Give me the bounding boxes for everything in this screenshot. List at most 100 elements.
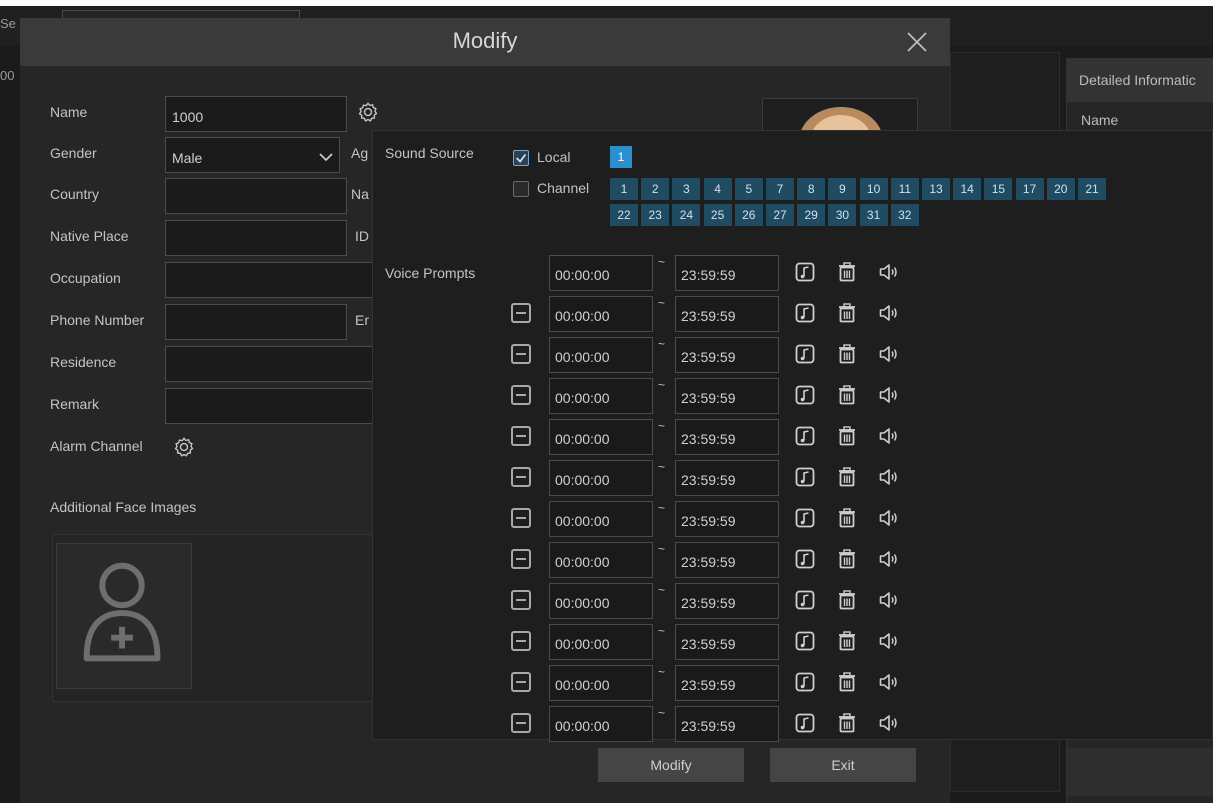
start-time-input[interactable]: 00:00:00 [549,501,653,537]
remark-input[interactable] [165,388,375,424]
channel-chip[interactable]: 22 [610,204,638,226]
channel-chip[interactable]: 29 [797,204,826,226]
trash-icon[interactable] [836,548,858,570]
channel-chip[interactable]: 8 [797,178,826,200]
close-icon[interactable] [905,30,929,54]
channel-chip[interactable]: 15 [984,178,1013,200]
start-time-input[interactable]: 00:00:00 [549,378,653,414]
remove-prompt-button[interactable] [511,672,531,692]
channel-chip[interactable]: 32 [890,204,919,226]
speaker-icon[interactable] [878,384,900,406]
start-time-input[interactable]: 00:00:00 [549,419,653,455]
music-file-icon[interactable] [794,343,816,365]
channel-chip[interactable]: 2 [641,178,670,200]
remove-prompt-button[interactable] [511,508,531,528]
modify-button[interactable]: Modify [598,748,744,782]
gear-icon[interactable] [357,101,379,123]
channel-chip[interactable]: 13 [922,178,950,200]
gear-icon[interactable] [173,436,195,458]
channel-checkbox[interactable] [513,181,529,197]
residence-input[interactable] [165,346,375,382]
channel-chip[interactable]: 3 [672,178,701,200]
music-file-icon[interactable] [794,589,816,611]
trash-icon[interactable] [836,343,858,365]
channel-chip[interactable]: 24 [672,204,701,226]
start-time-input[interactable]: 00:00:00 [549,460,653,496]
local-channel-chip[interactable]: 1 [610,146,632,168]
end-time-input[interactable]: 23:59:59 [675,583,779,619]
remove-prompt-button[interactable] [511,385,531,405]
add-face-button[interactable] [56,543,192,689]
channel-chip[interactable]: 7 [766,178,794,200]
trash-icon[interactable] [836,589,858,611]
speaker-icon[interactable] [878,466,900,488]
channel-chip[interactable]: 14 [953,178,982,200]
speaker-icon[interactable] [878,630,900,652]
trash-icon[interactable] [836,425,858,447]
channel-chip[interactable]: 23 [641,204,670,226]
name-input[interactable]: 1000 [165,96,347,132]
remove-prompt-button[interactable] [511,344,531,364]
channel-chip[interactable]: 30 [828,204,857,226]
trash-icon[interactable] [836,261,858,283]
phone-input[interactable] [165,304,347,340]
channel-chip[interactable]: 1 [610,178,638,200]
speaker-icon[interactable] [878,343,900,365]
music-file-icon[interactable] [794,507,816,529]
music-file-icon[interactable] [794,261,816,283]
end-time-input[interactable]: 23:59:59 [675,378,779,414]
remove-prompt-button[interactable] [511,303,531,323]
channel-chip[interactable]: 25 [703,204,732,226]
speaker-icon[interactable] [878,589,900,611]
start-time-input[interactable]: 00:00:00 [549,542,653,578]
speaker-icon[interactable] [878,261,900,283]
music-file-icon[interactable] [794,384,816,406]
channel-chip[interactable]: 27 [766,204,794,226]
end-time-input[interactable]: 23:59:59 [675,296,779,332]
speaker-icon[interactable] [878,548,900,570]
start-time-input[interactable]: 00:00:00 [549,296,653,332]
channel-chip[interactable]: 21 [1078,178,1106,200]
end-time-input[interactable]: 23:59:59 [675,665,779,701]
remove-prompt-button[interactable] [511,467,531,487]
occupation-input[interactable] [165,262,375,298]
channel-chip[interactable]: 9 [828,178,857,200]
music-file-icon[interactable] [794,302,816,324]
end-time-input[interactable]: 23:59:59 [675,460,779,496]
end-time-input[interactable]: 23:59:59 [675,419,779,455]
start-time-input[interactable]: 00:00:00 [549,337,653,373]
trash-icon[interactable] [836,466,858,488]
end-time-input[interactable]: 23:59:59 [675,542,779,578]
country-input[interactable] [165,178,347,214]
gender-select[interactable]: Male [165,137,340,173]
native-place-input[interactable] [165,220,347,256]
remove-prompt-button[interactable] [511,549,531,569]
trash-icon[interactable] [836,302,858,324]
remove-prompt-button[interactable] [511,590,531,610]
music-file-icon[interactable] [794,630,816,652]
remove-prompt-button[interactable] [511,631,531,651]
start-time-input[interactable]: 00:00:00 [549,706,653,742]
channel-chip[interactable]: 5 [734,178,763,200]
music-file-icon[interactable] [794,712,816,734]
speaker-icon[interactable] [878,671,900,693]
exit-button[interactable]: Exit [770,748,916,782]
music-file-icon[interactable] [794,671,816,693]
speaker-icon[interactable] [878,425,900,447]
start-time-input[interactable]: 00:00:00 [549,583,653,619]
remove-prompt-button[interactable] [511,426,531,446]
music-file-icon[interactable] [794,548,816,570]
channel-chip[interactable]: 17 [1015,178,1044,200]
trash-icon[interactable] [836,712,858,734]
speaker-icon[interactable] [878,507,900,529]
start-time-input[interactable]: 00:00:00 [549,624,653,660]
channel-chip[interactable]: 26 [734,204,763,226]
end-time-input[interactable]: 23:59:59 [675,337,779,373]
remove-prompt-button[interactable] [511,713,531,733]
channel-chip[interactable]: 10 [859,178,888,200]
music-file-icon[interactable] [794,425,816,447]
start-time-input[interactable]: 00:00:00 [549,255,653,291]
channel-chip[interactable]: 31 [859,204,888,226]
end-time-input[interactable]: 23:59:59 [675,501,779,537]
channel-chip[interactable]: 11 [890,178,919,200]
